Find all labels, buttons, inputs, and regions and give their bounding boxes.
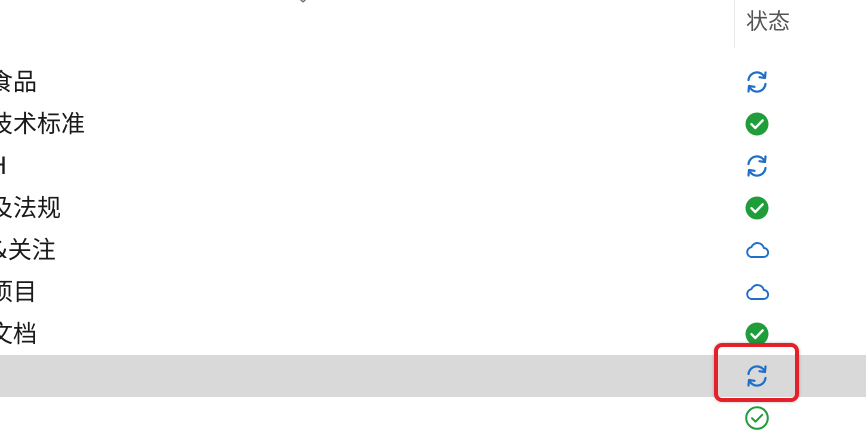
check-circle-filled-icon (744, 195, 770, 221)
file-name-text: 食品 (0, 68, 37, 96)
file-name-text: 及法规 (0, 194, 61, 222)
file-name: 食品 (0, 61, 48, 103)
file-list-view: 状态 食品技术标准 H 及法规&关注项目文档 (0, 0, 866, 448)
check-circle-filled-icon (744, 321, 770, 347)
file-name-text: 文档 (0, 320, 37, 348)
column-divider[interactable] (734, 0, 735, 48)
file-name: &关注 (0, 229, 67, 271)
sync-arrows-icon (744, 363, 770, 389)
file-name: 文档 (0, 313, 48, 355)
file-name: H (0, 145, 18, 187)
file-row[interactable] (0, 397, 866, 439)
cloud-icon (744, 279, 770, 305)
file-row[interactable]: H (0, 145, 866, 187)
check-circle-outline-icon (744, 405, 770, 431)
file-row[interactable]: 食品 (0, 61, 866, 103)
file-name: 及法规 (0, 187, 72, 229)
file-row[interactable]: 项目 (0, 271, 866, 313)
file-name-text: 项目 (0, 278, 37, 306)
file-row[interactable]: &关注 (0, 229, 866, 271)
sync-arrows-icon (744, 69, 770, 95)
file-row[interactable]: 技术标准 (0, 103, 866, 145)
file-row[interactable] (0, 355, 866, 397)
file-name: 项目 (0, 271, 48, 313)
file-row[interactable]: 及法规 (0, 187, 866, 229)
check-circle-filled-icon (744, 111, 770, 137)
file-name-text: &关注 (0, 236, 56, 264)
status-column-header[interactable]: 状态 (746, 9, 790, 37)
file-name-text: 技术标准 (0, 110, 85, 138)
close-icon[interactable] (295, 0, 311, 6)
file-name: 技术标准 (0, 103, 96, 145)
cloud-icon (744, 237, 770, 263)
sync-arrows-icon (744, 153, 770, 179)
file-name-text: H (0, 152, 7, 180)
file-row[interactable]: 文档 (0, 313, 866, 355)
